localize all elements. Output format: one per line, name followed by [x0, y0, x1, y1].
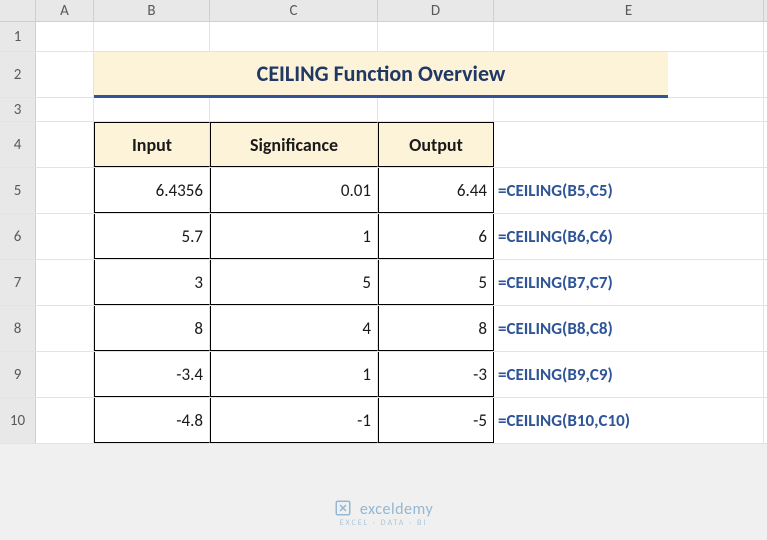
- cell-E3[interactable]: [494, 98, 764, 121]
- cell-A5[interactable]: [36, 168, 94, 213]
- cell-B3[interactable]: [94, 98, 210, 121]
- col-header-E[interactable]: E: [494, 0, 764, 21]
- cell-A3[interactable]: [36, 98, 94, 121]
- cell-D1[interactable]: [378, 22, 494, 51]
- row-4: 4 Input Significance Output: [0, 122, 767, 168]
- watermark: exceldemy EXCEL · DATA · BI: [0, 499, 767, 528]
- cell-input[interactable]: 6.4356: [94, 168, 210, 213]
- row-6: 6 5.7 1 6 =CEILING(B6,C6): [0, 214, 767, 260]
- cell-A4[interactable]: [36, 122, 94, 167]
- header-significance[interactable]: Significance: [210, 122, 378, 167]
- watermark-name: exceldemy: [360, 500, 433, 519]
- col-header-B[interactable]: B: [94, 0, 210, 21]
- cell-formula[interactable]: =CEILING(B9,C9): [494, 352, 764, 397]
- row-header-5[interactable]: 5: [0, 168, 36, 213]
- cell-C3[interactable]: [210, 98, 378, 121]
- cell-input[interactable]: -3.4: [94, 352, 210, 397]
- row-9: 9 -3.4 1 -3 =CEILING(B9,C9): [0, 352, 767, 398]
- select-all-corner[interactable]: [0, 0, 36, 21]
- cell-formula[interactable]: =CEILING(B8,C8): [494, 306, 764, 351]
- row-header-8[interactable]: 8: [0, 306, 36, 351]
- row-10: 10 -4.8 -1 -5 =CEILING(B10,C10): [0, 398, 767, 444]
- cell-C1[interactable]: [210, 22, 378, 51]
- row-header-10[interactable]: 10: [0, 398, 36, 443]
- cell-A7[interactable]: [36, 260, 94, 305]
- row-8: 8 8 4 8 =CEILING(B8,C8): [0, 306, 767, 352]
- cell-input[interactable]: -4.8: [94, 398, 210, 443]
- cell-B1[interactable]: [94, 22, 210, 51]
- cell-input[interactable]: 8: [94, 306, 210, 351]
- row-header-9[interactable]: 9: [0, 352, 36, 397]
- cell-significance[interactable]: -1: [210, 398, 378, 443]
- cell-A8[interactable]: [36, 306, 94, 351]
- cell-output[interactable]: 5: [378, 260, 494, 305]
- row-header-3[interactable]: 3: [0, 98, 36, 121]
- cell-D3[interactable]: [378, 98, 494, 121]
- cell-A10[interactable]: [36, 398, 94, 443]
- col-header-D[interactable]: D: [378, 0, 494, 21]
- cell-output[interactable]: -3: [378, 352, 494, 397]
- header-output[interactable]: Output: [378, 122, 494, 167]
- page-title: CEILING Function Overview: [94, 52, 668, 98]
- logo-icon: [334, 500, 360, 519]
- cell-E1[interactable]: [494, 22, 764, 51]
- row-header-4[interactable]: 4: [0, 122, 36, 167]
- row-header-1[interactable]: 1: [0, 22, 36, 51]
- cell-input[interactable]: 3: [94, 260, 210, 305]
- cell-formula[interactable]: =CEILING(B10,C10): [494, 398, 764, 443]
- row-3: 3: [0, 98, 767, 122]
- cell-significance[interactable]: 1: [210, 214, 378, 259]
- cell-A6[interactable]: [36, 214, 94, 259]
- cell-output[interactable]: 8: [378, 306, 494, 351]
- row-header-7[interactable]: 7: [0, 260, 36, 305]
- cell-A1[interactable]: [36, 22, 94, 51]
- cell-formula[interactable]: =CEILING(B6,C6): [494, 214, 764, 259]
- cell-significance[interactable]: 1: [210, 352, 378, 397]
- cell-input[interactable]: 5.7: [94, 214, 210, 259]
- cell-E4[interactable]: [494, 122, 764, 167]
- cell-A9[interactable]: [36, 352, 94, 397]
- cell-A2[interactable]: [36, 52, 94, 97]
- watermark-tagline: EXCEL · DATA · BI: [0, 518, 767, 528]
- row-1: 1: [0, 22, 767, 52]
- header-input[interactable]: Input: [94, 122, 210, 167]
- col-header-A[interactable]: A: [36, 0, 94, 21]
- cell-formula[interactable]: =CEILING(B5,C5): [494, 168, 764, 213]
- cell-output[interactable]: 6.44: [378, 168, 494, 213]
- cell-output[interactable]: 6: [378, 214, 494, 259]
- col-header-C[interactable]: C: [210, 0, 378, 21]
- column-header-row: A B C D E: [0, 0, 767, 22]
- cell-significance[interactable]: 4: [210, 306, 378, 351]
- cell-output[interactable]: -5: [378, 398, 494, 443]
- row-header-2[interactable]: 2: [0, 52, 36, 97]
- cell-formula[interactable]: =CEILING(B7,C7): [494, 260, 764, 305]
- cell-significance[interactable]: 0.01: [210, 168, 378, 213]
- cell-significance[interactable]: 5: [210, 260, 378, 305]
- row-header-6[interactable]: 6: [0, 214, 36, 259]
- row-7: 7 3 5 5 =CEILING(B7,C7): [0, 260, 767, 306]
- row-5: 5 6.4356 0.01 6.44 =CEILING(B5,C5): [0, 168, 767, 214]
- spreadsheet: A B C D E 1 2 3 4 Input Significance: [0, 0, 767, 444]
